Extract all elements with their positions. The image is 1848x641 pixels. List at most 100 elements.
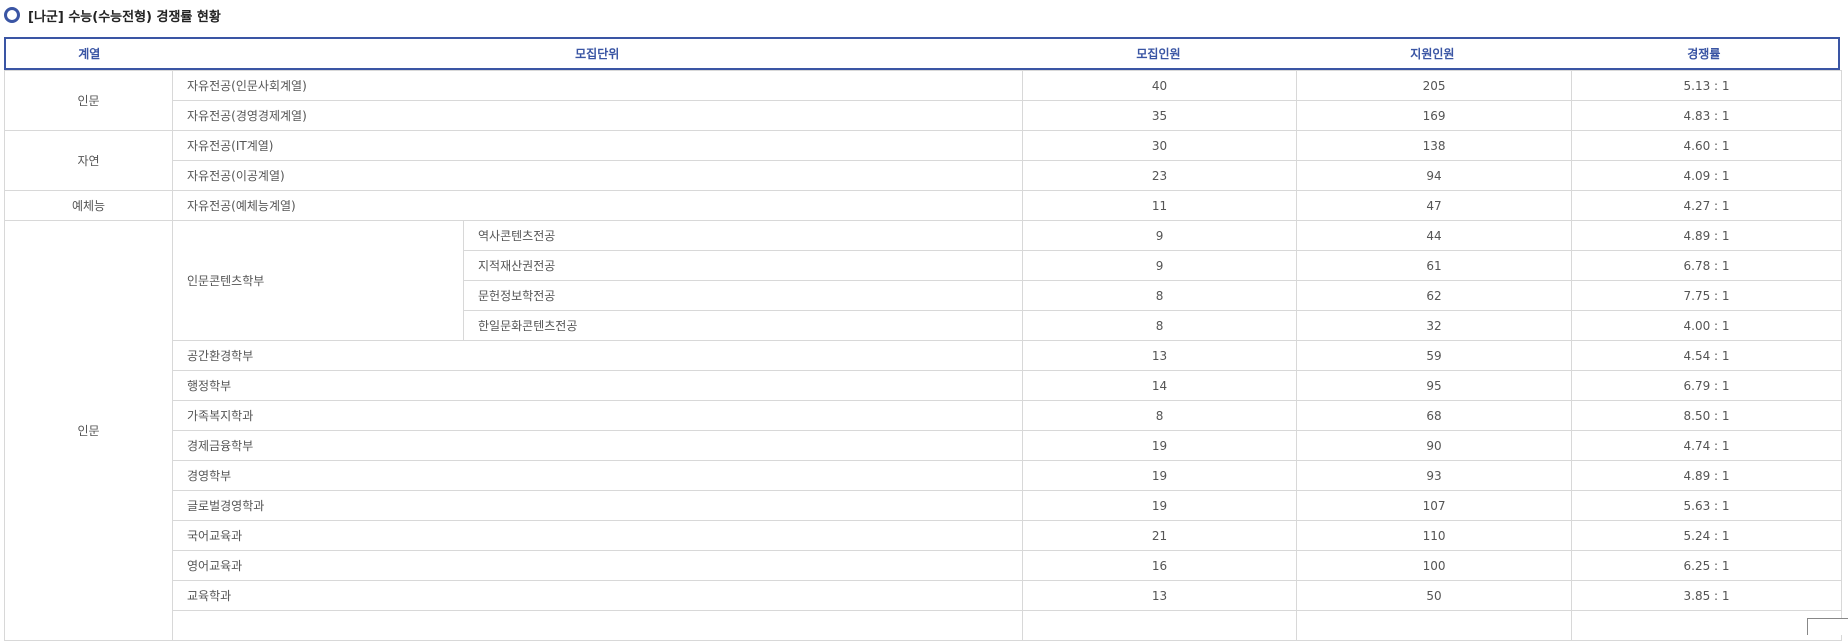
rate-cell: 5.13 : 1 (1571, 70, 1843, 101)
table-row: 인문 인문콘텐츠학부 역사콘텐츠전공 9 44 4.89 : 1 (4, 220, 1843, 641)
rate-cell: 4.54 : 1 (1571, 340, 1843, 371)
unit-cell: 자유전공(예체능계열) (171, 190, 1024, 221)
apply-cell: 169 (1296, 100, 1573, 131)
recruit-cell: 14 (1022, 370, 1298, 401)
recruit-cell: 13 (1022, 340, 1298, 371)
rate-cell: 3.85 : 1 (1571, 580, 1843, 611)
unit-cell: 글로벌경영학과 (171, 490, 1024, 521)
rate-cell: 7.75 : 1 (1571, 280, 1843, 311)
recruit-cell: 30 (1022, 130, 1298, 161)
scroll-corner (1807, 618, 1848, 635)
apply-cell: 205 (1296, 70, 1573, 101)
rate-cell: 4.60 : 1 (1571, 130, 1843, 161)
apply-cell: 32 (1296, 310, 1573, 341)
header-group: 계열 (78, 47, 101, 61)
table-row: 자유전공(이공계열) 23 94 4.09 : 1 (5, 160, 1843, 191)
apply-cell: 110 (1296, 520, 1573, 551)
rate-cell: 5.24 : 1 (1571, 520, 1843, 551)
table-row (5, 610, 1843, 641)
recruit-cell: 19 (1022, 430, 1298, 461)
table-header: 계열 모집단위 모집인원 지원인원 경쟁률 (4, 37, 1840, 70)
recruit-cell: 23 (1022, 160, 1298, 191)
unit-cell: 경제금융학부 (171, 430, 1024, 461)
apply-cell: 62 (1296, 280, 1573, 311)
apply-cell: 138 (1296, 130, 1573, 161)
apply-cell: 94 (1296, 160, 1573, 191)
table-row: 국어교육과 21 110 5.24 : 1 (5, 520, 1843, 551)
rate-cell: 4.89 : 1 (1571, 220, 1843, 251)
apply-cell: 107 (1296, 490, 1573, 521)
rate-cell: 4.09 : 1 (1571, 160, 1843, 191)
recruit-cell: 13 (1022, 580, 1298, 611)
unit-cell: 공간환경학부 (171, 340, 1024, 371)
major-cell: 한일문화콘텐츠전공 (462, 310, 1024, 341)
recruit-cell: 35 (1022, 100, 1298, 131)
table-row: 교육학과 13 50 3.85 : 1 (5, 580, 1843, 611)
recruit-cell: 19 (1022, 490, 1298, 521)
apply-cell (1296, 610, 1573, 641)
unit-cell: 자유전공(경영경제계열) (171, 100, 1024, 131)
recruit-cell (1022, 610, 1298, 641)
unit-cell: 교육학과 (171, 580, 1024, 611)
table-row: 공간환경학부 13 59 4.54 : 1 (5, 340, 1843, 371)
header-rate: 경쟁률 (1687, 47, 1721, 61)
recruit-cell: 16 (1022, 550, 1298, 581)
unit-cell: 국어교육과 (171, 520, 1024, 551)
group-cell: 자연 (4, 130, 173, 191)
table-row: 글로벌경영학과 19 107 5.63 : 1 (5, 490, 1843, 521)
apply-cell: 44 (1296, 220, 1573, 251)
apply-cell: 95 (1296, 370, 1573, 401)
header-unit: 모집단위 (575, 47, 620, 61)
table-row: 경영학부 19 93 4.89 : 1 (5, 460, 1843, 491)
table-row: 가족복지학과 8 68 8.50 : 1 (5, 400, 1843, 431)
apply-cell: 68 (1296, 400, 1573, 431)
apply-cell: 61 (1296, 250, 1573, 281)
apply-cell: 59 (1296, 340, 1573, 371)
table-row: 경제금융학부 19 90 4.74 : 1 (5, 430, 1843, 461)
rate-cell (1571, 610, 1843, 641)
rate-cell: 8.50 : 1 (1571, 400, 1843, 431)
recruit-cell: 8 (1022, 400, 1298, 431)
table-row: 자연 자유전공(IT계열) 30 138 4.60 : 1 (4, 130, 1843, 191)
major-cell: 지적재산권전공 (462, 250, 1024, 281)
unit-cell: 자유전공(인문사회계열) (171, 70, 1024, 101)
group-cell: 인문 (4, 70, 173, 131)
unit-cell (171, 610, 1024, 641)
apply-cell: 47 (1296, 190, 1573, 221)
group-cell: 인문 (4, 220, 173, 641)
apply-cell: 50 (1296, 580, 1573, 611)
recruit-cell: 8 (1022, 310, 1298, 341)
recruit-cell: 11 (1022, 190, 1298, 221)
unit-cell: 자유전공(IT계열) (171, 130, 1024, 161)
rate-cell: 4.83 : 1 (1571, 100, 1843, 131)
unit-cell: 가족복지학과 (171, 400, 1024, 431)
recruit-cell: 9 (1022, 250, 1298, 281)
recruit-cell: 8 (1022, 280, 1298, 311)
unit-cell: 경영학부 (171, 460, 1024, 491)
apply-cell: 100 (1296, 550, 1573, 581)
recruit-cell: 21 (1022, 520, 1298, 551)
apply-cell: 93 (1296, 460, 1573, 491)
unit-cell: 영어교육과 (171, 550, 1024, 581)
page-title: [나군] 수능(수능전형) 경쟁률 현황 (28, 9, 221, 25)
circle-bullet-icon (4, 7, 20, 23)
recruit-cell: 9 (1022, 220, 1298, 251)
rate-cell: 6.79 : 1 (1571, 370, 1843, 401)
table-row: 예체능 자유전공(예체능계열) 11 47 4.27 : 1 (4, 190, 1843, 221)
header-recruit: 모집인원 (1136, 47, 1181, 61)
section-title: [나군] 수능(수능전형) 경쟁률 현황 (0, 4, 221, 26)
recruit-cell: 40 (1022, 70, 1298, 101)
header-apply: 지원인원 (1410, 47, 1455, 61)
table-row: 인문 자유전공(인문사회계열) 40 205 5.13 : 1 (4, 70, 1843, 131)
rate-cell: 4.89 : 1 (1571, 460, 1843, 491)
rate-cell: 4.27 : 1 (1571, 190, 1843, 221)
recruit-cell: 19 (1022, 460, 1298, 491)
unit-cell: 자유전공(이공계열) (171, 160, 1024, 191)
apply-cell: 90 (1296, 430, 1573, 461)
rate-cell: 4.74 : 1 (1571, 430, 1843, 461)
unit-cell: 인문콘텐츠학부 (172, 220, 464, 341)
rate-cell: 6.78 : 1 (1571, 250, 1843, 281)
rate-cell: 6.25 : 1 (1571, 550, 1843, 581)
group-cell: 예체능 (4, 190, 173, 221)
table-row: 자유전공(경영경제계열) 35 169 4.83 : 1 (5, 100, 1843, 131)
